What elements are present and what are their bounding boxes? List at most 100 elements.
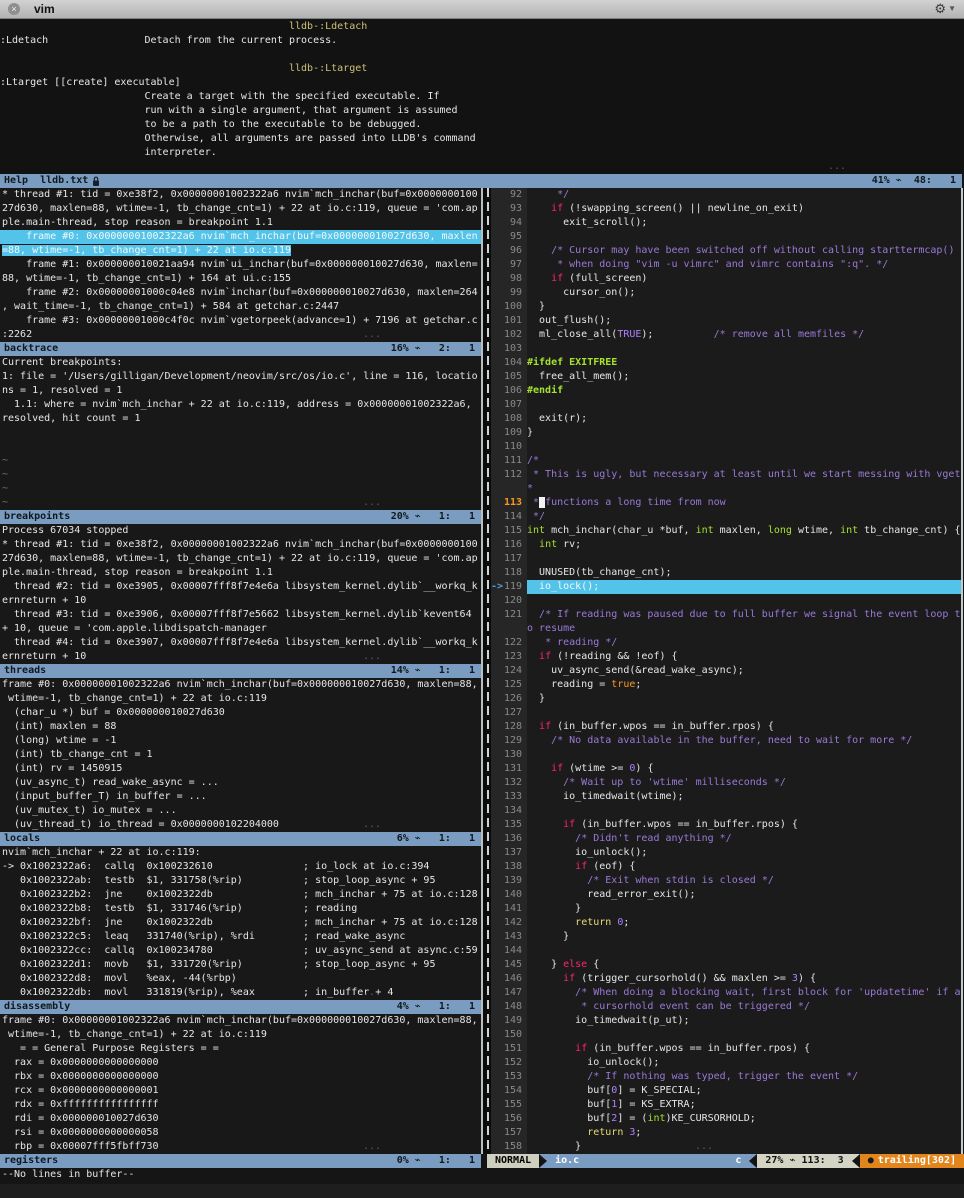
help-statusline[interactable]: Help lldb.txt 41% ⌁ 48: 1	[0, 174, 962, 188]
buffer-line: frame #1: 0x000000010021aa94 nvim`ui_inc…	[0, 258, 481, 272]
registers-statusline[interactable]: registers0% ⌁ 1: 1	[0, 1154, 481, 1168]
buffer-line: ernreturn + 10	[0, 650, 481, 664]
help-line: Create a target with the specified execu…	[0, 90, 964, 104]
code-line: 134	[491, 804, 961, 818]
sign-column	[491, 664, 503, 678]
line-number: 97	[503, 258, 527, 272]
code-line: *	[491, 482, 961, 496]
buffer-line: -> 0x1002322a6: callq 0x100232610 ; io_l…	[0, 860, 481, 874]
buffer-line: * thread #1: tid = 0xe38f2, 0x0000000100…	[0, 188, 481, 202]
mode-indicator: NORMAL	[487, 1154, 539, 1168]
locals-statusline[interactable]: locals6% ⌁ 1: 1	[0, 832, 481, 846]
code-line: 141 }	[491, 902, 961, 916]
line-number: 95	[503, 230, 527, 244]
registers-pane[interactable]: frame #0: 0x00000001002322a6 nvim`mch_in…	[0, 1014, 481, 1154]
code-line: 112 * This is ugly, but necessary at lea…	[491, 468, 961, 482]
breakpoints-pane[interactable]: Current breakpoints:1: file = '/Users/gi…	[0, 356, 481, 510]
buffer-line: (int) rv = 1450915	[0, 762, 481, 776]
threads-pane[interactable]: Process 67034 stopped* thread #1: tid = …	[0, 524, 481, 664]
buffer-line: 88, wtime=-1, tb_change_cnt=1) + 164 at …	[0, 272, 481, 286]
overflow-indicator: ...	[695, 1140, 713, 1154]
line-number: 158	[503, 1140, 527, 1154]
code-line: 155 buf[1] = KS_EXTRA;	[491, 1098, 961, 1112]
sign-column	[491, 720, 503, 734]
buffer-line: (char_u *) buf = 0x000000010027d630	[0, 706, 481, 720]
sign-column	[491, 1084, 503, 1098]
line-number: 153	[503, 1070, 527, 1084]
code-line: 113 * functions a long time from now	[491, 496, 961, 510]
line-number: 106	[503, 384, 527, 398]
line-number: 150	[503, 1028, 527, 1042]
line-number: 112	[503, 468, 527, 482]
terminal-window: × vim ⚙▼ lldb-:Ldetach:Ldetach Detach fr…	[0, 0, 964, 1198]
buffer-line: Current breakpoints:	[0, 356, 481, 370]
line-number: 134	[503, 804, 527, 818]
breakpoints-statusline[interactable]: breakpoints20% ⌁ 1: 1	[0, 510, 481, 524]
locals-pane[interactable]: frame #0: 0x00000001002322a6 nvim`mch_in…	[0, 678, 481, 832]
line-number: 94	[503, 216, 527, 230]
window-right-edge	[961, 188, 963, 1154]
code-line: 101 out_flush();	[491, 314, 961, 328]
line-number: 105	[503, 370, 527, 384]
buffer-line: = = General Purpose Registers = =	[0, 1042, 481, 1056]
code-line: 103	[491, 342, 961, 356]
sign-column	[491, 384, 503, 398]
line-number: 114	[503, 510, 527, 524]
sign-column	[491, 370, 503, 384]
buffer-line: rbx = 0x0000000000000000	[0, 1070, 481, 1084]
sign-column	[491, 538, 503, 552]
settings-gear-icon[interactable]: ⚙▼	[934, 2, 956, 16]
code-line: 139 /* Exit when stdin is closed */	[491, 874, 961, 888]
buffer-line: wtime=-1, tb_change_cnt=1) + 22 at io.c:…	[0, 1028, 481, 1042]
line-number: 101	[503, 314, 527, 328]
sign-column	[491, 356, 503, 370]
buffer-line: 1.1: where = nvim`mch_inchar + 22 at io.…	[0, 398, 481, 412]
line-number: 120	[503, 594, 527, 608]
line-number: 147	[503, 986, 527, 1000]
close-icon[interactable]: ×	[8, 3, 20, 15]
sign-column	[491, 902, 503, 916]
code-line: 104#ifdef EXITFREE	[491, 356, 961, 370]
disassembly-pane[interactable]: nvim`mch_inchar + 22 at io.c:119:-> 0x10…	[0, 846, 481, 1000]
sign-column	[491, 482, 503, 496]
help-buffer-name: Help lldb.txt	[4, 174, 88, 188]
command-line-message: --No lines in buffer--	[2, 1168, 962, 1182]
buffer-line: (int) tb_change_cnt = 1	[0, 748, 481, 762]
sign-column	[491, 972, 503, 986]
dropdown-caret-icon: ▼	[948, 2, 956, 16]
code-line: 145 } else {	[491, 958, 961, 972]
source-code-pane[interactable]: 92 */ 93 if (!swapping_screen() || newli…	[491, 188, 961, 1154]
buffer-line: ~	[0, 482, 481, 496]
line-number: 151	[503, 1042, 527, 1056]
disassembly-statusline[interactable]: disassembly4% ⌁ 1: 1	[0, 1000, 481, 1014]
sign-column	[491, 328, 503, 342]
threads-statusline[interactable]: threads14% ⌁ 1: 1	[0, 664, 481, 678]
sign-column	[491, 244, 503, 258]
buffer-line: + 10, queue = 'com.apple.libdispatch-man…	[0, 622, 481, 636]
buffer-line: ernreturn + 10	[0, 594, 481, 608]
line-number: 116	[503, 538, 527, 552]
buffer-line: 0x1002322b8: testb $1, 331746(%rip) ; re…	[0, 902, 481, 916]
line-number: 144	[503, 944, 527, 958]
code-line: 140 read_error_exit();	[491, 888, 961, 902]
backtrace-pane[interactable]: * thread #1: tid = 0xe38f2, 0x0000000100…	[0, 188, 481, 342]
help-buffer[interactable]: lldb-:Ldetach:Ldetach Detach from the cu…	[0, 20, 964, 174]
line-number: 138	[503, 860, 527, 874]
sign-column	[491, 762, 503, 776]
line-number: 93	[503, 202, 527, 216]
backtrace-statusline[interactable]: backtrace16% ⌁ 2: 1	[0, 342, 481, 356]
buffer-line: thread #4: tid = 0xe3907, 0x00007fff8f7e…	[0, 636, 481, 650]
code-line: 105 free_all_mem();	[491, 370, 961, 384]
buffer-line: rdx = 0xffffffffffffffff	[0, 1098, 481, 1112]
window-separator[interactable]	[481, 188, 491, 1168]
powerline-separator-icon	[539, 1154, 547, 1168]
buffer-line: 0x1002322bf: jne 0x1002322db ; mch_incha…	[0, 916, 481, 930]
help-line: :Ltarget [[create] executable]	[0, 76, 964, 90]
code-line: 116 int rv;	[491, 538, 961, 552]
sign-column	[491, 202, 503, 216]
debugger-panes-column: * thread #1: tid = 0xe38f2, 0x0000000100…	[0, 188, 481, 1168]
line-number: 139	[503, 874, 527, 888]
buffer-line: 0x1002322c5: leaq 331740(%rip), %rdi ; r…	[0, 930, 481, 944]
line-number: 142	[503, 916, 527, 930]
line-number: 145	[503, 958, 527, 972]
